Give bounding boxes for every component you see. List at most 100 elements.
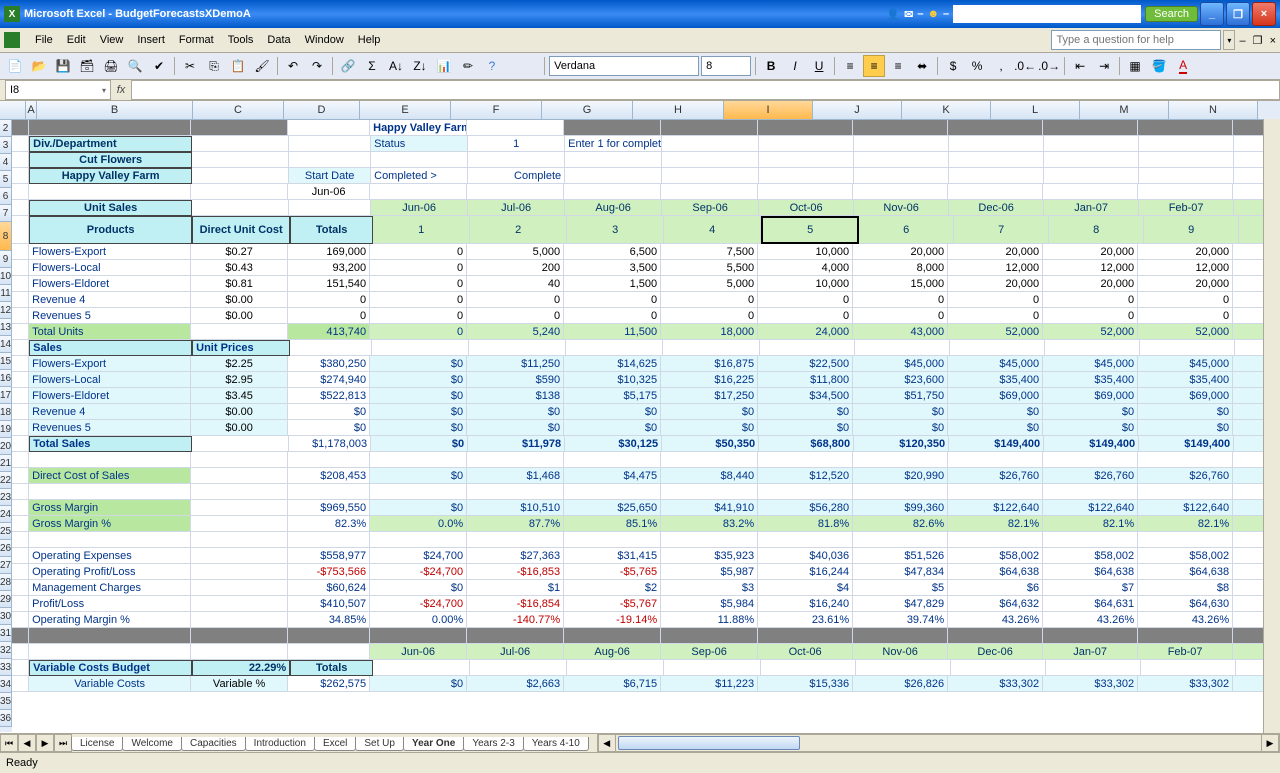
cell-K2[interactable] xyxy=(948,120,1043,136)
cell-E23[interactable]: $0 xyxy=(370,468,467,484)
underline-icon[interactable]: U xyxy=(808,55,830,77)
row-28[interactable]: 28 xyxy=(0,574,12,591)
cell-E27[interactable] xyxy=(370,532,467,548)
cell-B23[interactable]: Direct Cost of Sales xyxy=(29,468,191,484)
cell-H19[interactable]: $0 xyxy=(661,404,758,420)
cell-G11[interactable]: 1,500 xyxy=(564,276,661,292)
cell-J10[interactable]: 8,000 xyxy=(853,260,948,276)
align-right-icon[interactable]: ≡ xyxy=(887,55,909,77)
cell-A14[interactable] xyxy=(12,324,29,340)
spell-icon[interactable]: ✔ xyxy=(148,55,170,77)
cell-J16[interactable]: $45,000 xyxy=(853,356,948,372)
cell-G2[interactable] xyxy=(564,120,661,136)
cell-M20[interactable]: $0 xyxy=(1138,420,1233,436)
cell-D33[interactable] xyxy=(288,628,370,644)
search-button[interactable]: Search xyxy=(1145,6,1198,22)
cell-L3[interactable] xyxy=(1044,136,1139,152)
format-painter-icon[interactable]: 🖌 xyxy=(251,55,273,77)
cell-H5[interactable] xyxy=(662,168,759,184)
cell-E9[interactable]: 0 xyxy=(370,244,467,260)
row-22[interactable]: 22 xyxy=(0,472,12,489)
cell-M8[interactable]: 9 xyxy=(1144,216,1239,244)
cell-K3[interactable] xyxy=(949,136,1044,152)
cell-D11[interactable]: 151,540 xyxy=(288,276,370,292)
cell-H23[interactable]: $8,440 xyxy=(661,468,758,484)
cell-B15[interactable]: Sales xyxy=(29,340,192,356)
search-input[interactable] xyxy=(953,5,1141,23)
tab-excel[interactable]: Excel xyxy=(314,737,356,751)
col-B[interactable]: B xyxy=(37,101,193,119)
row-31[interactable]: 31 xyxy=(0,625,12,642)
cell-J21[interactable]: $120,350 xyxy=(854,436,949,452)
cell-F5[interactable]: Complete xyxy=(468,168,565,184)
row-10[interactable]: 10 xyxy=(0,268,12,285)
cell-J24[interactable] xyxy=(853,484,948,500)
cell-E36[interactable]: $0 xyxy=(370,676,467,692)
buddy-icon[interactable]: ☻ xyxy=(927,8,939,20)
col-J[interactable]: J xyxy=(813,101,902,119)
drawing-icon[interactable]: ✏ xyxy=(457,55,479,77)
cell-H33[interactable] xyxy=(661,628,758,644)
cell-J35[interactable] xyxy=(856,660,951,676)
cell-L15[interactable] xyxy=(1045,340,1140,356)
cell-G10[interactable]: 3,500 xyxy=(564,260,661,276)
cell-D5[interactable]: Start Date xyxy=(289,168,371,184)
cell-L19[interactable]: $0 xyxy=(1043,404,1138,420)
cell-M10[interactable]: 12,000 xyxy=(1138,260,1233,276)
cell-F36[interactable]: $2,663 xyxy=(467,676,564,692)
cell-H31[interactable]: $5,984 xyxy=(661,596,758,612)
row-29[interactable]: 29 xyxy=(0,591,12,608)
cell-A4[interactable] xyxy=(12,152,29,168)
cell-L28[interactable]: $58,002 xyxy=(1043,548,1138,564)
cell-G25[interactable]: $25,650 xyxy=(564,500,661,516)
help-dropdown[interactable]: ▾ xyxy=(1223,30,1235,50)
cell-F4[interactable] xyxy=(468,152,565,168)
cell-K27[interactable] xyxy=(948,532,1043,548)
cell-G21[interactable]: $30,125 xyxy=(565,436,662,452)
cell-E11[interactable]: 0 xyxy=(370,276,467,292)
col-G[interactable]: G xyxy=(542,101,633,119)
cell-L10[interactable]: 12,000 xyxy=(1043,260,1138,276)
cell-M19[interactable]: $0 xyxy=(1138,404,1233,420)
cell-A22[interactable] xyxy=(12,452,29,468)
col-N[interactable]: N xyxy=(1169,101,1258,119)
cell-J23[interactable]: $20,990 xyxy=(853,468,948,484)
cell-D15[interactable] xyxy=(290,340,372,356)
cell-K13[interactable]: 0 xyxy=(948,308,1043,324)
cell-L14[interactable]: 52,000 xyxy=(1043,324,1138,340)
tab-last-icon[interactable]: ⏭ xyxy=(54,734,72,752)
cell-D27[interactable] xyxy=(288,532,370,548)
cell-C15[interactable]: Unit Prices xyxy=(192,340,290,356)
cell-E30[interactable]: $0 xyxy=(370,580,467,596)
cell-B28[interactable]: Operating Expenses xyxy=(29,548,191,564)
cell-J27[interactable] xyxy=(853,532,948,548)
cell-F2[interactable] xyxy=(467,120,564,136)
cell-M31[interactable]: $64,630 xyxy=(1138,596,1233,612)
cell-D34[interactable] xyxy=(288,644,370,660)
cell-C33[interactable] xyxy=(191,628,288,644)
menu-help[interactable]: Help xyxy=(351,32,388,48)
cell-M27[interactable] xyxy=(1138,532,1233,548)
tab-capacities[interactable]: Capacities xyxy=(181,737,246,751)
cell-C13[interactable]: $0.00 xyxy=(191,308,288,324)
save-icon[interactable]: 💾 xyxy=(52,55,74,77)
cell-D32[interactable]: 34.85% xyxy=(288,612,370,628)
cell-M33[interactable] xyxy=(1138,628,1233,644)
cell-G6[interactable] xyxy=(564,184,661,200)
cell-M26[interactable]: 82.1% xyxy=(1138,516,1233,532)
col-M[interactable]: M xyxy=(1080,101,1169,119)
autosum-icon[interactable]: Σ xyxy=(361,55,383,77)
cell-H30[interactable]: $3 xyxy=(661,580,758,596)
cell-L8[interactable]: 8 xyxy=(1049,216,1144,244)
cell-A9[interactable] xyxy=(12,244,29,260)
cell-L30[interactable]: $7 xyxy=(1043,580,1138,596)
cell-I33[interactable] xyxy=(758,628,853,644)
cell-I26[interactable]: 81.8% xyxy=(758,516,853,532)
tab-license[interactable]: License xyxy=(71,737,123,751)
cell-A18[interactable] xyxy=(12,388,29,404)
new-icon[interactable]: 📄 xyxy=(4,55,26,77)
cell-F15[interactable] xyxy=(469,340,566,356)
cell-G24[interactable] xyxy=(564,484,661,500)
cell-H3[interactable] xyxy=(662,136,759,152)
cell-H27[interactable] xyxy=(661,532,758,548)
